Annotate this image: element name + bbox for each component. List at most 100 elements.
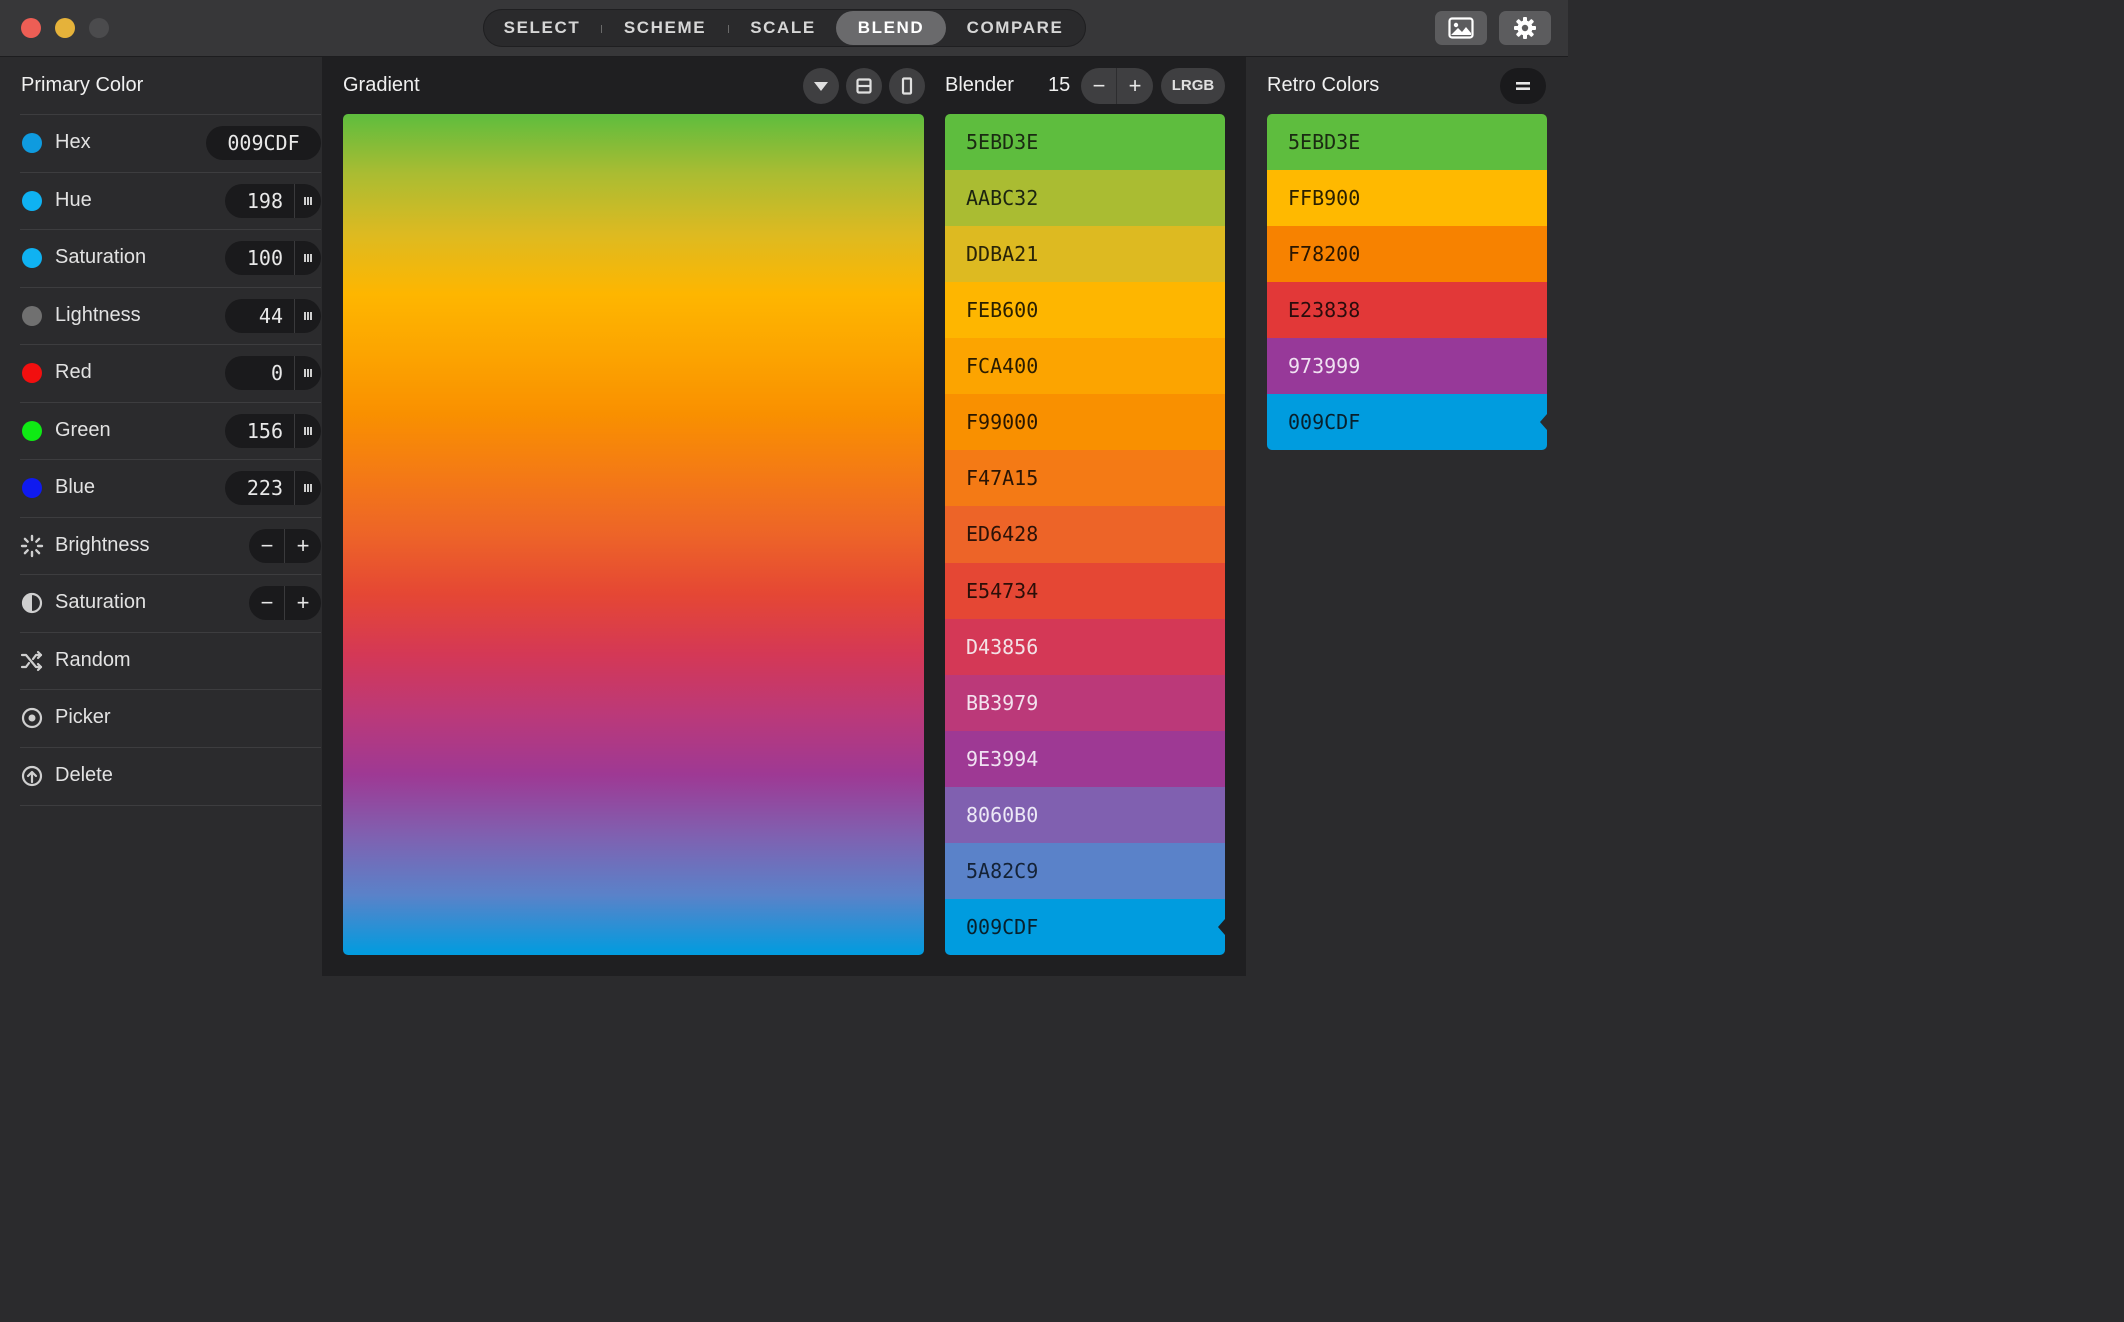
red-value[interactable]: 0 bbox=[225, 356, 283, 390]
chevron-down-icon bbox=[814, 82, 828, 91]
blender-increase-button[interactable]: + bbox=[1117, 68, 1153, 102]
column-icon bbox=[901, 77, 913, 95]
tab-compare[interactable]: COMPARE bbox=[953, 9, 1077, 47]
retro-swatch[interactable]: 973999 bbox=[1267, 338, 1547, 395]
blender-swatch-hex: 8060B0 bbox=[966, 802, 1039, 827]
hex-value[interactable]: 009CDF bbox=[206, 126, 321, 160]
saturation-label: Saturation bbox=[55, 246, 147, 268]
zoom-window-button[interactable] bbox=[89, 18, 109, 38]
blender-swatch[interactable]: BB3979 bbox=[945, 674, 1225, 731]
hue-stepper[interactable]: 198 bbox=[225, 184, 321, 218]
gradient-preview bbox=[343, 114, 924, 955]
image-button[interactable] bbox=[1435, 11, 1487, 45]
hue-drag-handle[interactable] bbox=[294, 184, 321, 218]
blender-swatch[interactable]: FCA400 bbox=[945, 338, 1225, 395]
retro-swatch[interactable]: 009CDF bbox=[1267, 394, 1547, 450]
retro-menu-button[interactable] bbox=[1500, 68, 1546, 104]
red-dot-icon bbox=[22, 363, 42, 383]
gradient-direction-button[interactable] bbox=[803, 68, 839, 104]
saturation-stepper[interactable]: 100 bbox=[225, 241, 321, 275]
hex-label: Hex bbox=[55, 131, 91, 153]
blender-swatch-hex: FEB600 bbox=[966, 298, 1039, 323]
rows-icon bbox=[856, 78, 872, 94]
blender-swatch-hex: ED6428 bbox=[966, 522, 1039, 547]
vertical-layout-button[interactable] bbox=[889, 68, 925, 104]
hex-dot-icon bbox=[22, 133, 42, 153]
lightness-drag-handle[interactable] bbox=[294, 299, 321, 333]
blender-swatch[interactable]: E54734 bbox=[945, 562, 1225, 619]
tab-blend[interactable]: BLEND bbox=[836, 11, 946, 45]
blender-swatch[interactable]: DDBA21 bbox=[945, 226, 1225, 283]
blender-swatch-hex: FCA400 bbox=[966, 354, 1039, 379]
blender-decrease-button[interactable]: − bbox=[1081, 68, 1117, 102]
blender-swatch[interactable]: ED6428 bbox=[945, 506, 1225, 563]
blender-swatch-hex: 009CDF bbox=[966, 914, 1039, 939]
blender-swatch[interactable]: 009CDF bbox=[945, 898, 1225, 955]
tab-scheme[interactable]: SCHEME bbox=[609, 9, 721, 47]
blender-swatch[interactable]: AABC32 bbox=[945, 170, 1225, 227]
blender-swatch[interactable]: F99000 bbox=[945, 394, 1225, 451]
saturation-row: Saturation 100 bbox=[20, 229, 321, 287]
blender-swatch[interactable]: D43856 bbox=[945, 618, 1225, 675]
shuffle-icon bbox=[20, 650, 43, 672]
retro-swatch[interactable]: F78200 bbox=[1267, 226, 1547, 283]
green-label: Green bbox=[55, 419, 111, 441]
hex-row: Hex 009CDF bbox=[20, 114, 321, 172]
brightness-stepper: − + bbox=[249, 529, 321, 563]
lightness-row: Lightness 44 bbox=[20, 287, 321, 345]
picker-label[interactable]: Picker bbox=[55, 706, 111, 729]
blender-swatch-hex: BB3979 bbox=[966, 690, 1039, 715]
picker-row[interactable]: Picker bbox=[20, 689, 321, 747]
random-label[interactable]: Random bbox=[55, 649, 131, 672]
blender-swatch-hex: AABC32 bbox=[966, 186, 1039, 211]
blend-mode-button[interactable]: LRGB bbox=[1161, 68, 1225, 104]
retro-swatch[interactable]: FFB900 bbox=[1267, 170, 1547, 227]
tab-scale[interactable]: SCALE bbox=[735, 9, 831, 47]
lightness-value[interactable]: 44 bbox=[225, 299, 283, 333]
lightness-stepper[interactable]: 44 bbox=[225, 299, 321, 333]
blender-swatch[interactable]: 8060B0 bbox=[945, 786, 1225, 843]
blue-label: Blue bbox=[55, 476, 96, 498]
primary-color-title: Primary Color bbox=[21, 74, 144, 96]
settings-button[interactable] bbox=[1499, 11, 1551, 45]
blender-swatch-list: 5EBD3E AABC32 DDBA21 FEB600 FCA400 F99000 F47A… bbox=[945, 114, 1225, 955]
retro-swatch[interactable]: 5EBD3E bbox=[1267, 114, 1547, 171]
saturation-adjust-stepper: − + bbox=[249, 586, 321, 620]
random-row[interactable]: Random bbox=[20, 632, 321, 690]
close-window-button[interactable] bbox=[21, 18, 41, 38]
brightness-increase-button[interactable]: + bbox=[285, 529, 321, 563]
retro-swatch[interactable]: E23838 bbox=[1267, 282, 1547, 339]
green-stepper[interactable]: 156 bbox=[225, 414, 321, 448]
gear-icon bbox=[1514, 17, 1536, 39]
equals-icon bbox=[1516, 82, 1530, 90]
green-value[interactable]: 156 bbox=[225, 414, 283, 448]
blender-swatch[interactable]: 5A82C9 bbox=[945, 842, 1225, 899]
delete-row[interactable]: Delete bbox=[20, 747, 321, 805]
brightness-icon bbox=[20, 534, 44, 558]
horizontal-layout-button[interactable] bbox=[846, 68, 882, 104]
saturation-value[interactable]: 100 bbox=[225, 241, 283, 275]
blue-drag-handle[interactable] bbox=[294, 471, 321, 505]
green-drag-handle[interactable] bbox=[294, 414, 321, 448]
saturation-drag-handle[interactable] bbox=[294, 241, 321, 275]
blender-swatch[interactable]: 5EBD3E bbox=[945, 114, 1225, 171]
red-label: Red bbox=[55, 361, 92, 383]
hex-input[interactable]: 009CDF bbox=[206, 126, 321, 160]
saturation-increase-button[interactable]: + bbox=[285, 586, 321, 620]
blender-swatch[interactable]: 9E3994 bbox=[945, 730, 1225, 787]
blender-swatch[interactable]: FEB600 bbox=[945, 282, 1225, 339]
blue-value[interactable]: 223 bbox=[225, 471, 283, 505]
minimize-window-button[interactable] bbox=[55, 18, 75, 38]
tab-select[interactable]: SELECT bbox=[489, 9, 595, 47]
delete-label[interactable]: Delete bbox=[55, 764, 113, 787]
red-drag-handle[interactable] bbox=[294, 356, 321, 390]
green-row: Green 156 bbox=[20, 402, 321, 460]
blue-dot-icon bbox=[22, 478, 42, 498]
saturation-decrease-button[interactable]: − bbox=[249, 586, 285, 620]
brightness-decrease-button[interactable]: − bbox=[249, 529, 285, 563]
blender-swatch[interactable]: F47A15 bbox=[945, 450, 1225, 507]
hue-value[interactable]: 198 bbox=[225, 184, 283, 218]
selected-marker-icon bbox=[1540, 414, 1547, 431]
blue-stepper[interactable]: 223 bbox=[225, 471, 321, 505]
red-stepper[interactable]: 0 bbox=[225, 356, 321, 390]
